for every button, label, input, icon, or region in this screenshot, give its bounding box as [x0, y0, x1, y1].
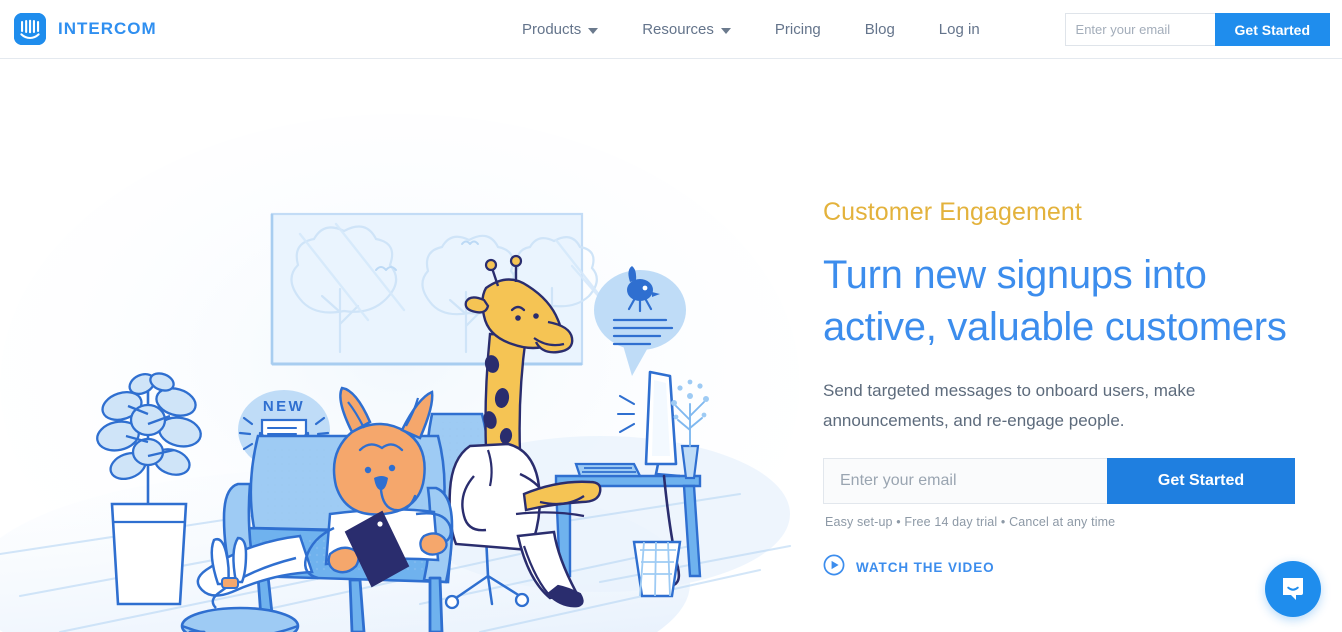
nav-label: Products — [522, 21, 582, 38]
header-signup-form: Get Started — [1064, 13, 1330, 46]
hero-headline: Turn new signups into active, valuable c… — [823, 253, 1287, 349]
brand-name: INTERCOM — [58, 19, 157, 38]
intercom-logo-icon — [14, 13, 46, 45]
nav-label: Log in — [938, 21, 980, 38]
hero-email-input[interactable] — [823, 458, 1107, 504]
nav-item-login[interactable]: Log in — [917, 0, 1002, 59]
nav-item-resources[interactable]: Resources — [620, 0, 753, 59]
header-get-started-button[interactable]: Get Started — [1214, 13, 1330, 46]
play-circle-icon — [823, 554, 845, 581]
hero-section: NEW Customer Engagement Turn new signups… — [0, 59, 1342, 632]
main-navigation: Products Resources Pricing Blog Log in — [500, 0, 1002, 59]
site-header: INTERCOM Products Resources Pricing Blog… — [0, 0, 1342, 59]
svg-text:NEW: NEW — [263, 398, 305, 415]
header-email-input[interactable] — [1064, 13, 1215, 46]
chevron-down-icon — [588, 27, 599, 34]
hero-get-started-button[interactable]: Get Started — [1107, 458, 1295, 504]
office-scene-illustration: NEW — [0, 84, 800, 632]
watch-video-label: WATCH THE VIDEO — [856, 560, 995, 575]
hero-eyebrow: Customer Engagement — [823, 198, 1082, 226]
nav-label: Resources — [642, 21, 714, 38]
intercom-chat-launcher[interactable] — [1265, 561, 1321, 617]
nav-item-products[interactable]: Products — [500, 0, 620, 59]
nav-item-blog[interactable]: Blog — [843, 0, 917, 59]
watch-video-link[interactable]: WATCH THE VIDEO — [823, 554, 995, 581]
chevron-down-icon — [720, 27, 731, 34]
hero-fine-print: Easy set-up • Free 14 day trial • Cancel… — [825, 515, 1116, 529]
nav-label: Pricing — [774, 21, 821, 38]
nav-label: Blog — [864, 21, 895, 38]
brand-logo-link[interactable]: INTERCOM — [14, 13, 157, 45]
nav-item-pricing[interactable]: Pricing — [753, 0, 843, 59]
intercom-chat-icon — [1279, 574, 1307, 605]
hero-signup-form: Get Started — [823, 458, 1295, 504]
hero-subheadline: Send targeted messages to onboard users,… — [823, 381, 1196, 430]
